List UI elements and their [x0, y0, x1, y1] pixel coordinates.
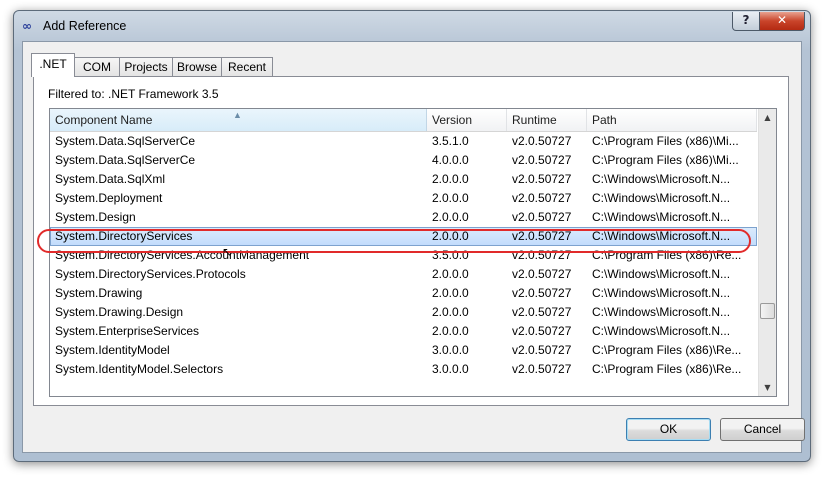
component-list[interactable]: Component Name ▲ Version Runtime Path Sy… — [49, 108, 777, 397]
cancel-button[interactable]: Cancel — [720, 418, 805, 441]
tab-browse[interactable]: Browse — [172, 57, 222, 76]
cell-runtime: v2.0.50727 — [512, 153, 572, 167]
cell-path: C:\Program Files (x86)\Mi... — [592, 153, 739, 167]
cell-version: 2.0.0.0 — [432, 191, 469, 205]
column-header-runtime[interactable]: Runtime — [507, 109, 587, 131]
cell-component-name: System.IdentityModel — [55, 343, 170, 357]
cell-path: C:\Windows\Microsoft.N... — [592, 305, 731, 319]
table-row-selected[interactable]: System.DirectoryServices 2.0.0.0 v2.0.50… — [50, 227, 757, 246]
cell-component-name: System.Design — [55, 210, 136, 224]
cell-runtime: v2.0.50727 — [512, 286, 572, 300]
cell-path: C:\Windows\Microsoft.N... — [592, 286, 731, 300]
cell-runtime: v2.0.50727 — [512, 248, 572, 262]
cell-version: 2.0.0.0 — [432, 324, 469, 338]
table-row[interactable]: System.Data.SqlServerCe 3.5.1.0 v2.0.507… — [50, 132, 757, 151]
cell-component-name: System.Deployment — [55, 191, 163, 205]
cell-version: 3.5.0.0 — [432, 248, 469, 262]
cell-path: C:\Program Files (x86)\Mi... — [592, 134, 739, 148]
cell-version: 2.0.0.0 — [432, 286, 469, 300]
cell-version: 2.0.0.0 — [432, 210, 469, 224]
table-row[interactable]: System.IdentityModel.Selectors 3.0.0.0 v… — [50, 360, 757, 379]
vertical-scrollbar[interactable]: ▲ ▼ — [758, 109, 776, 396]
cell-version: 3.5.1.0 — [432, 134, 469, 148]
cell-version: 2.0.0.0 — [432, 305, 469, 319]
cell-component-name: System.IdentityModel.Selectors — [55, 362, 224, 376]
cell-component-name: System.DirectoryServices.AccountManageme… — [55, 248, 310, 262]
table-row[interactable]: System.EnterpriseServices 2.0.0.0 v2.0.5… — [50, 322, 757, 341]
sort-ascending-icon: ▲ — [233, 110, 242, 120]
cell-version: 2.0.0.0 — [432, 229, 469, 243]
cell-component-name: System.Drawing.Design — [55, 305, 184, 319]
title-bar[interactable]: ∞ Add Reference ? ✕ — [14, 11, 810, 41]
cell-path: C:\Program Files (x86)\Re... — [592, 343, 742, 357]
scroll-down-button[interactable]: ▼ — [759, 379, 776, 396]
arrow-up-icon: ▲ — [764, 113, 771, 122]
ok-button[interactable]: OK — [626, 418, 711, 441]
table-row[interactable]: System.Deployment 2.0.0.0 v2.0.50727 C:\… — [50, 189, 757, 208]
tab-com[interactable]: COM — [74, 57, 120, 76]
list-header: Component Name ▲ Version Runtime Path — [50, 109, 757, 132]
cell-path: C:\Windows\Microsoft.N... — [592, 210, 731, 224]
cell-runtime: v2.0.50727 — [512, 305, 572, 319]
column-header-version[interactable]: Version — [427, 109, 507, 131]
scroll-thumb[interactable] — [760, 303, 775, 319]
table-row[interactable]: System.Drawing 2.0.0.0 v2.0.50727 C:\Win… — [50, 284, 757, 303]
arrow-down-icon: ▼ — [764, 383, 771, 392]
help-button[interactable]: ? — [732, 12, 760, 31]
scroll-up-button[interactable]: ▲ — [759, 109, 776, 126]
cell-runtime: v2.0.50727 — [512, 191, 572, 205]
cell-component-name: System.Data.SqlServerCe — [55, 153, 196, 167]
cell-path: C:\Windows\Microsoft.N... — [592, 229, 731, 243]
cell-version: 2.0.0.0 — [432, 172, 469, 186]
cell-path: C:\Windows\Microsoft.N... — [592, 267, 731, 281]
table-row[interactable]: System.Data.SqlServerCe 4.0.0.0 v2.0.507… — [50, 151, 757, 170]
table-row[interactable]: System.Drawing.Design 2.0.0.0 v2.0.50727… — [50, 303, 757, 322]
column-header-label: Component Name — [55, 113, 153, 127]
cell-component-name: System.EnterpriseServices — [55, 324, 200, 338]
visual-studio-infinity-icon: ∞ — [22, 19, 32, 33]
table-row[interactable]: System.DirectoryServices.Protocols 2.0.0… — [50, 265, 757, 284]
cell-runtime: v2.0.50727 — [512, 172, 572, 186]
cell-path: C:\Windows\Microsoft.N... — [592, 324, 731, 338]
dialog-body: .NET COM Projects Browse Recent Filtered… — [22, 41, 805, 453]
cell-runtime: v2.0.50727 — [512, 229, 572, 243]
cell-runtime: v2.0.50727 — [512, 343, 572, 357]
dotnet-tab-panel: Filtered to: .NET Framework 3.5 Componen… — [33, 76, 789, 406]
tab-projects[interactable]: Projects — [119, 57, 173, 76]
table-row[interactable]: System.Design 2.0.0.0 v2.0.50727 C:\Wind… — [50, 208, 757, 227]
close-icon: ✕ — [776, 13, 788, 27]
filter-label: Filtered to: .NET Framework 3.5 — [48, 87, 219, 101]
close-button[interactable]: ✕ — [759, 12, 805, 31]
tab-dotnet[interactable]: .NET — [31, 53, 75, 77]
tab-recent[interactable]: Recent — [221, 57, 273, 76]
mouse-cursor-icon: ↖ — [222, 245, 233, 259]
cell-path: C:\Windows\Microsoft.N... — [592, 172, 731, 186]
add-reference-dialog: ∞ Add Reference ? ✕ .NET COM Projects Br… — [13, 10, 811, 462]
cell-component-name: System.DirectoryServices.Protocols — [55, 267, 246, 281]
table-row[interactable]: System.Data.SqlXml 2.0.0.0 v2.0.50727 C:… — [50, 170, 757, 189]
cell-runtime: v2.0.50727 — [512, 210, 572, 224]
cell-runtime: v2.0.50727 — [512, 134, 572, 148]
cell-runtime: v2.0.50727 — [512, 267, 572, 281]
cell-path: C:\Program Files (x86)\Re... — [592, 248, 742, 262]
list-rows: System.Data.SqlServerCe 3.5.1.0 v2.0.507… — [50, 132, 757, 379]
window-title: Add Reference — [43, 19, 127, 33]
cell-version: 2.0.0.0 — [432, 267, 469, 281]
cell-path: C:\Program Files (x86)\Re... — [592, 362, 742, 376]
cell-runtime: v2.0.50727 — [512, 324, 572, 338]
cell-component-name: System.DirectoryServices — [55, 229, 193, 243]
column-header-path[interactable]: Path — [587, 109, 757, 131]
cell-path: C:\Windows\Microsoft.N... — [592, 191, 731, 205]
cell-version: 4.0.0.0 — [432, 153, 469, 167]
table-row[interactable]: System.DirectoryServices.AccountManageme… — [50, 246, 757, 265]
cell-version: 3.0.0.0 — [432, 362, 469, 376]
cell-runtime: v2.0.50727 — [512, 362, 572, 376]
table-row[interactable]: System.IdentityModel 3.0.0.0 v2.0.50727 … — [50, 341, 757, 360]
cell-component-name: System.Drawing — [55, 286, 143, 300]
column-header-component-name[interactable]: Component Name ▲ — [50, 109, 427, 131]
cell-component-name: System.Data.SqlXml — [55, 172, 166, 186]
cell-component-name: System.Data.SqlServerCe — [55, 134, 196, 148]
cell-version: 3.0.0.0 — [432, 343, 469, 357]
